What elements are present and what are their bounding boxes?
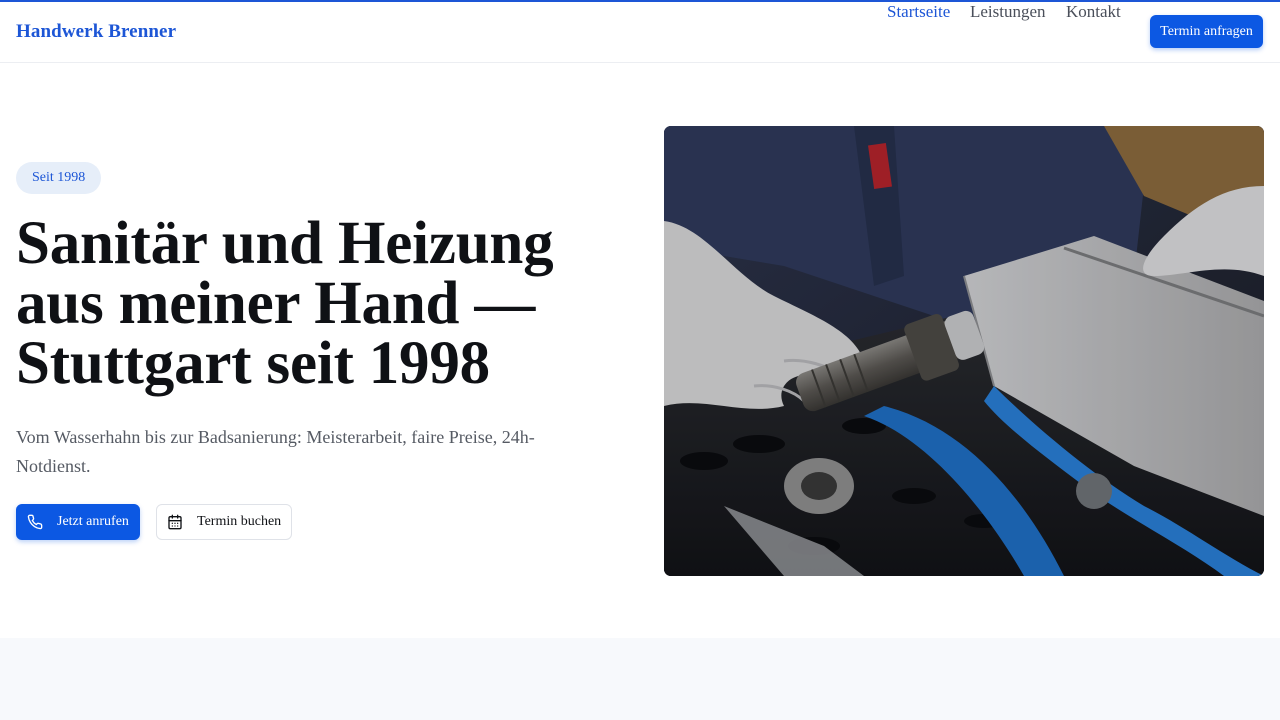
- hero-title-line-3: Stuttgart seit 1998: [16, 330, 490, 397]
- hero-title-line-1: Sanitär und Heizung: [16, 210, 554, 277]
- calendar-icon: [167, 514, 183, 530]
- since-badge: Seit 1998: [16, 162, 102, 194]
- phone-icon: [27, 514, 43, 530]
- termin-anfragen-button[interactable]: Termin anfragen: [1150, 15, 1263, 48]
- nav-link-kontakt[interactable]: Kontakt: [1066, 2, 1121, 22]
- hero-title-line-2: aus meiner Hand —: [16, 270, 536, 337]
- site-header: Handwerk Brenner Startseite Leistungen K…: [0, 2, 1280, 63]
- call-now-button[interactable]: Jetzt anrufen: [16, 504, 140, 540]
- book-appointment-button[interactable]: Termin buchen: [156, 504, 292, 540]
- hero-subtitle: Vom Wasserhahn bis zur Badsanierung: Mei…: [16, 427, 535, 476]
- nav-link-startseite[interactable]: Startseite: [887, 2, 950, 22]
- nav-link-leistungen[interactable]: Leistungen: [970, 2, 1046, 22]
- hero-title: Sanitär und Heizung aus meiner Hand — St…: [16, 210, 616, 397]
- hero-photo-plumber: [664, 126, 1264, 576]
- call-now-label: Jetzt anrufen: [57, 514, 129, 529]
- next-section-band: [0, 638, 1280, 720]
- brand-logo-text[interactable]: Handwerk Brenner: [16, 21, 176, 43]
- book-appointment-label: Termin buchen: [197, 514, 282, 529]
